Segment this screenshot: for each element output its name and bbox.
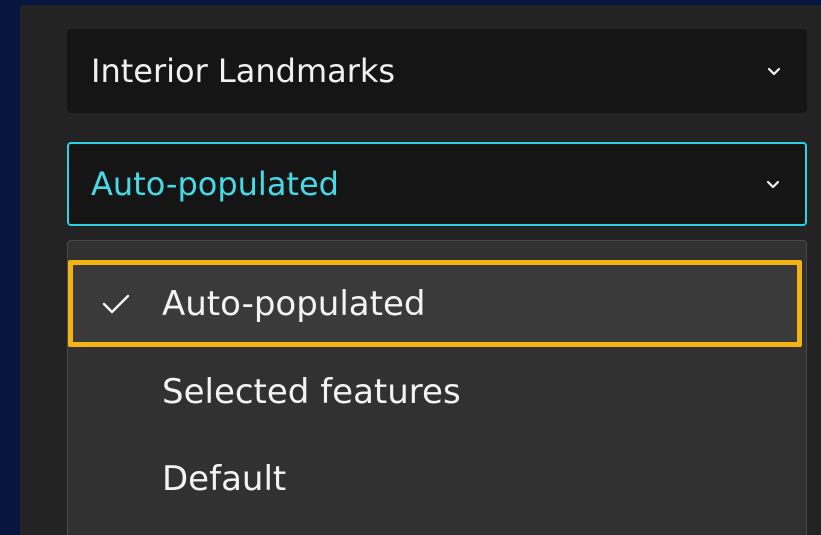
menu-item-label: Selected features [162,372,461,412]
menu-item-default[interactable]: Default [68,437,806,521]
check-icon [101,292,131,316]
menu-item-label: Auto-populated [162,283,426,324]
layer-dropdown-value: Interior Landmarks [91,52,396,90]
mode-dropdown-value: Auto-populated [91,165,339,203]
mode-dropdown[interactable]: Auto-populated [67,142,807,226]
chevron-down-icon [765,178,781,190]
layer-dropdown[interactable]: Interior Landmarks [67,29,807,113]
chevron-down-icon [766,65,782,77]
mode-dropdown-menu: Auto-populated Selected features Default [67,240,807,535]
menu-item-label: Default [162,459,287,499]
menu-item-auto-populated[interactable]: Auto-populated [68,260,802,347]
menu-item-selected-features[interactable]: Selected features [68,350,806,434]
